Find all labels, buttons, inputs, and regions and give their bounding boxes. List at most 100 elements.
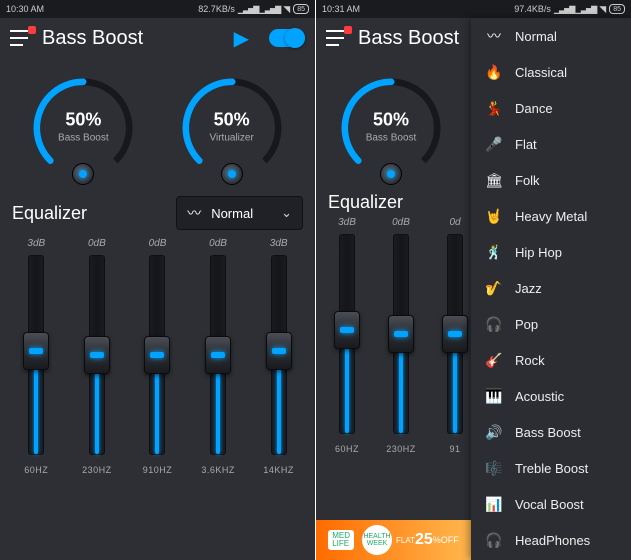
- bass-boost-knob[interactable]: 50% Bass Boost: [326, 73, 456, 183]
- band-slider[interactable]: [271, 255, 287, 455]
- preset-item-treble-boost[interactable]: 🎼Treble Boost: [471, 450, 631, 486]
- preset-item-hip-hop[interactable]: 🕺Hip Hop: [471, 234, 631, 270]
- preset-icon: 🎸: [485, 352, 503, 369]
- preset-label: Folk: [515, 173, 540, 188]
- knob-handle-icon[interactable]: [72, 163, 94, 185]
- signal-icon: ▁▃▅▇ ▁▃▅▇: [238, 5, 280, 14]
- preset-item-acoustic[interactable]: 🎹Acoustic: [471, 378, 631, 414]
- menu-button[interactable]: [10, 30, 32, 46]
- preset-item-jazz[interactable]: 🎷Jazz: [471, 270, 631, 306]
- preset-item-bass-boost[interactable]: 🔊 Bass Boost: [471, 414, 631, 450]
- band-db: 3dB: [270, 238, 288, 249]
- band-db: 3dB: [27, 238, 45, 249]
- preset-label: Dance: [515, 101, 553, 116]
- preset-icon: 🎤: [485, 136, 503, 153]
- preset-label: Normal: [515, 29, 557, 44]
- band-db: 0dB: [209, 238, 227, 249]
- slider-thumb-icon[interactable]: [205, 336, 231, 374]
- bass-percent: 50%: [336, 109, 446, 130]
- preset-icon: 🎧: [485, 316, 503, 333]
- slider-thumb-icon[interactable]: [266, 332, 292, 370]
- status-time: 10:30 AM: [6, 4, 44, 14]
- knob-handle-icon[interactable]: [380, 163, 402, 185]
- band-freq: 230HZ: [386, 444, 416, 454]
- status-bar: 10:31 AM 97.4KB/s ▁▃▅▇ ▁▃▅▇ ◥ 85: [316, 0, 631, 18]
- status-time: 10:31 AM: [322, 4, 360, 14]
- eq-band: 0dB 230HZ: [374, 217, 428, 454]
- power-toggle[interactable]: [269, 29, 305, 47]
- preset-label: Classical: [515, 65, 567, 80]
- battery-icon: 85: [609, 4, 625, 14]
- preset-item-dance[interactable]: 💃 Dance: [471, 90, 631, 126]
- preset-wave-icon: 〰: [187, 203, 201, 223]
- band-db: 3dB: [338, 217, 356, 228]
- band-slider[interactable]: [89, 255, 105, 455]
- eq-band: 3dB 14KHZ: [248, 238, 309, 475]
- eq-sliders: 3dB 60HZ 0dB 230HZ 0dB 910HZ 0dB: [0, 238, 315, 485]
- band-freq: 91: [449, 444, 460, 454]
- wifi-icon: ◥: [283, 4, 290, 15]
- slider-thumb-icon[interactable]: [23, 332, 49, 370]
- preset-label: Heavy Metal: [515, 209, 587, 224]
- slider-thumb-icon[interactable]: [388, 315, 414, 353]
- virt-percent: 50%: [177, 109, 287, 130]
- preset-item-heavy-metal[interactable]: 🤘Heavy Metal: [471, 198, 631, 234]
- preset-item-classical[interactable]: 🔥 Classical: [471, 54, 631, 90]
- band-slider[interactable]: [393, 234, 409, 434]
- chevron-down-icon: ⌄: [281, 205, 292, 221]
- eq-band: 3dB 60HZ: [6, 238, 67, 475]
- band-freq: 3.6KHZ: [201, 465, 235, 475]
- band-freq: 60HZ: [335, 444, 359, 454]
- band-slider[interactable]: [28, 255, 44, 455]
- preset-icon: 🔥: [485, 64, 503, 81]
- equalizer-title: Equalizer: [12, 203, 168, 224]
- status-net: 82.7KB/s: [198, 4, 235, 14]
- wifi-icon: ◥: [599, 4, 606, 15]
- band-freq: 910HZ: [143, 465, 173, 475]
- eq-band: 3dB 60HZ: [320, 217, 374, 454]
- preset-item-rock[interactable]: 🎸Rock: [471, 342, 631, 378]
- ad-banner[interactable]: MEDLIFE HEALTH WEEK FLAT 25 %OFF: [316, 520, 471, 560]
- band-freq: 14KHZ: [263, 465, 294, 475]
- slider-thumb-icon[interactable]: [84, 336, 110, 374]
- slider-thumb-icon[interactable]: [442, 315, 468, 353]
- preset-item-flat[interactable]: 🎤Flat: [471, 126, 631, 162]
- preset-item-vocal-boost[interactable]: 📊Vocal Boost: [471, 486, 631, 522]
- band-slider[interactable]: [210, 255, 226, 455]
- preset-item-normal[interactable]: 〰Normal: [471, 18, 631, 54]
- preset-icon: 💃: [485, 100, 503, 117]
- bass-boost-knob[interactable]: 50% Bass Boost: [18, 73, 148, 183]
- app-title: Bass Boost: [42, 27, 224, 50]
- preset-dropdown[interactable]: 〰 Normal ⌄: [176, 196, 303, 230]
- notification-dot: [28, 26, 36, 34]
- band-db: 0dB: [88, 238, 106, 249]
- preset-label: Bass Boost: [515, 425, 581, 440]
- preset-icon: 🕺: [485, 244, 503, 261]
- virt-label: Virtualizer: [177, 132, 287, 143]
- band-slider[interactable]: [149, 255, 165, 455]
- band-slider[interactable]: [447, 234, 463, 434]
- preset-item-headphones[interactable]: 🎧HeadPhones: [471, 522, 631, 558]
- preset-icon: 🎹: [485, 388, 503, 405]
- top-bar: Bass Boost ▶: [0, 18, 315, 58]
- slider-thumb-icon[interactable]: [144, 336, 170, 374]
- preset-icon: 🔊: [485, 424, 503, 441]
- play-button[interactable]: ▶: [234, 26, 249, 51]
- status-bar: 10:30 AM 82.7KB/s ▁▃▅▇ ▁▃▅▇ ◥ 85: [0, 0, 315, 18]
- eq-band: 0dB 230HZ: [67, 238, 128, 475]
- band-slider[interactable]: [339, 234, 355, 434]
- slider-thumb-icon[interactable]: [334, 311, 360, 349]
- knob-row: 50% Bass Boost 50% Virtualizer: [0, 58, 315, 188]
- preset-icon: 🏛: [485, 172, 503, 189]
- menu-button[interactable]: [326, 30, 348, 46]
- preset-item-pop[interactable]: 🎧Pop: [471, 306, 631, 342]
- preset-icon: 🎧: [485, 532, 503, 549]
- virtualizer-knob[interactable]: 50% Virtualizer: [167, 73, 297, 183]
- bass-label: Bass Boost: [336, 132, 446, 143]
- preset-menu: 〰Normal 🔥 Classical 💃 Dance 🎤Flat 🏛 Folk 🤘Heavy …: [471, 18, 631, 560]
- eq-band: 0dB 910HZ: [127, 238, 188, 475]
- preset-item-folk[interactable]: 🏛 Folk: [471, 162, 631, 198]
- band-db: 0d: [449, 217, 460, 228]
- knob-handle-icon[interactable]: [221, 163, 243, 185]
- preset-icon: 📊: [485, 496, 503, 513]
